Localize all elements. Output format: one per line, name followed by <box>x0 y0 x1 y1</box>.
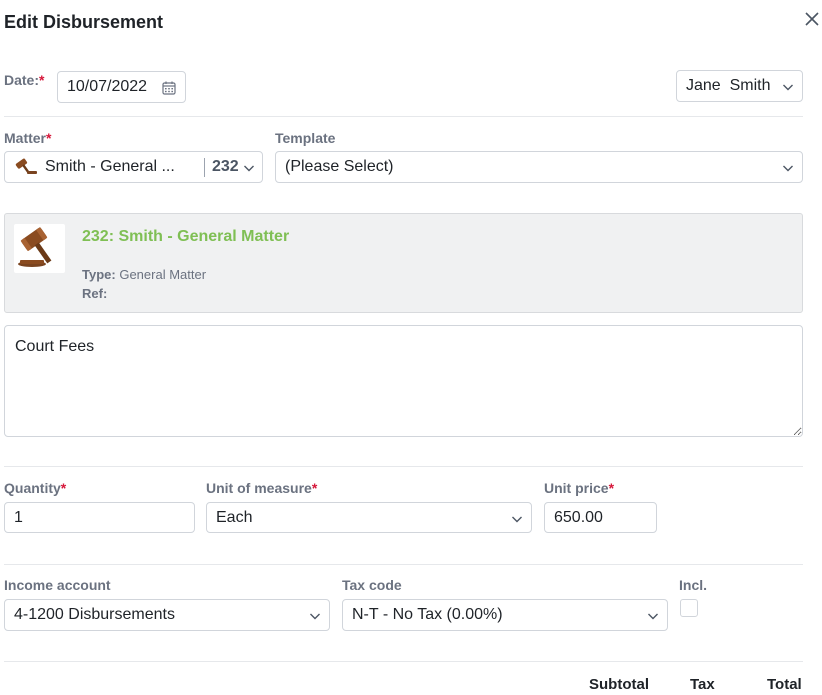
matter-thumbnail <box>14 224 65 273</box>
gavel-icon <box>18 227 52 267</box>
income-account-select[interactable]: 4-1200 Disbursements <box>4 599 330 631</box>
unit-price-label: Unit price* <box>544 480 614 496</box>
separator <box>204 158 205 177</box>
tax-code-select[interactable]: N-T - No Tax (0.00%) <box>342 599 668 631</box>
tax-code-value: N-T - No Tax (0.00%) <box>352 606 503 623</box>
total-header: Total <box>767 676 802 693</box>
divider <box>4 116 803 117</box>
income-account-value: 4-1200 Disbursements <box>14 606 175 623</box>
unit-price-label-text: Unit price <box>544 480 609 496</box>
unit-price-input[interactable] <box>544 502 657 533</box>
chevron-down-icon <box>512 516 522 523</box>
income-account-label: Income account <box>4 577 111 593</box>
incl-label: Incl. <box>679 577 708 593</box>
dialog-title: Edit Disbursement <box>4 12 164 32</box>
type-value: General Matter <box>119 267 207 282</box>
matter-number: 232 <box>212 158 239 175</box>
matter-label: Matter* <box>4 130 51 146</box>
unit-of-measure-label-text: Unit of measure <box>206 480 312 496</box>
type-label: Type: <box>82 267 116 282</box>
user-select[interactable]: Jane Smith <box>676 70 803 102</box>
chevron-down-icon <box>244 165 254 172</box>
gavel-icon <box>15 158 37 174</box>
divider <box>4 466 803 467</box>
required-marker: * <box>608 480 615 496</box>
divider <box>4 661 803 662</box>
date-input[interactable]: 10/07/2022 <box>57 71 186 103</box>
tax-header: Tax <box>690 676 715 693</box>
date-label-text: Date: <box>4 72 40 88</box>
unit-of-measure-label: Unit of measure* <box>206 480 317 496</box>
close-icon[interactable] <box>801 8 822 30</box>
date-label: Date:* <box>4 72 44 88</box>
user-value: Jane Smith <box>686 77 771 94</box>
required-marker: * <box>60 480 67 496</box>
incl-checkbox[interactable] <box>680 599 698 617</box>
unit-of-measure-select[interactable]: Each <box>206 502 532 533</box>
required-marker: * <box>39 72 45 88</box>
template-value: (Please Select) <box>285 158 394 175</box>
ref-label: Ref: <box>82 286 108 301</box>
matter-name: Smith - General ... <box>45 158 175 175</box>
required-marker: * <box>311 480 318 496</box>
divider <box>4 564 803 565</box>
tax-code-label: Tax code <box>342 577 402 593</box>
required-marker: * <box>46 130 52 146</box>
template-label: Template <box>275 130 336 146</box>
matter-ref: Ref: <box>82 286 107 301</box>
chevron-down-icon <box>783 84 793 91</box>
chevron-down-icon <box>310 613 320 620</box>
calendar-icon[interactable] <box>162 81 176 95</box>
matter-label-text: Matter <box>4 130 47 146</box>
matter-select[interactable]: Smith - General ... 232 <box>4 151 263 183</box>
matter-type: Type: General Matter <box>82 267 206 282</box>
quantity-input[interactable] <box>4 502 195 533</box>
quantity-label-text: Quantity <box>4 480 61 496</box>
description-textarea[interactable]: Court Fees <box>4 325 803 437</box>
chevron-down-icon <box>648 613 658 620</box>
quantity-label: Quantity* <box>4 480 66 496</box>
subtotal-header: Subtotal <box>589 676 649 693</box>
template-select[interactable]: (Please Select) <box>275 151 803 183</box>
matter-card-title: 232: Smith - General Matter <box>82 228 290 245</box>
date-value: 10/07/2022 <box>67 78 148 95</box>
unit-of-measure-value: Each <box>216 508 253 526</box>
chevron-down-icon <box>783 165 793 172</box>
